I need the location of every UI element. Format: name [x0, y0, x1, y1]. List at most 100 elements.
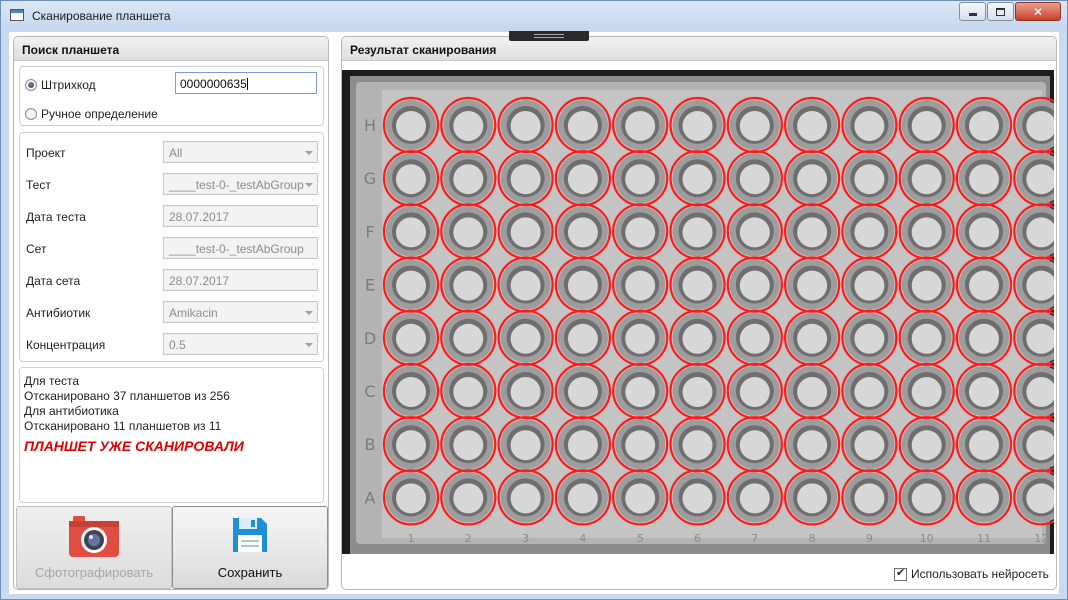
column-number: 3	[522, 532, 529, 545]
plate-well-bottom	[969, 377, 999, 407]
plate-well-bottom	[567, 270, 598, 301]
plate-well-bottom	[797, 377, 828, 407]
plate-well-bottom	[567, 483, 598, 514]
plate-well-bottom	[739, 323, 770, 354]
text-caret	[246, 78, 248, 90]
plate-well-bottom	[797, 217, 828, 248]
plate-photo: HGFEDCBA1 2 3 4 5 6 7 8 9 10 11 12	[350, 76, 1054, 554]
chevron-down-icon	[305, 183, 313, 187]
plate-well-bottom	[854, 164, 885, 195]
plate-well-bottom	[453, 430, 484, 461]
plate-well-bottom	[797, 111, 828, 141]
scan-result-header: Результат сканирования	[342, 37, 1056, 61]
field-combo: All	[163, 141, 318, 163]
plate-well-bottom	[739, 430, 770, 461]
plate-well-bottom	[911, 164, 942, 195]
manual-radio-dot[interactable]	[25, 108, 37, 120]
plate-well-bottom	[510, 164, 541, 195]
plate-well-bottom	[969, 483, 999, 514]
column-number: 8	[809, 532, 816, 545]
plate-well-bottom	[567, 377, 598, 407]
window-title: Сканирование планшета	[32, 9, 171, 23]
chevron-down-icon	[305, 311, 313, 315]
plate-well-bottom	[739, 377, 770, 407]
plate-well-bottom	[625, 217, 656, 248]
search-panel: Поиск планшета Штрихкод 0000000635 Ручно…	[13, 36, 329, 590]
plate-well-bottom	[682, 483, 713, 514]
barcode-radio-dot[interactable]	[25, 79, 37, 91]
plate-well-bottom	[682, 217, 713, 248]
manual-radio[interactable]: Ручное определение	[25, 107, 158, 121]
row-letter: B	[365, 435, 376, 454]
barcode-radio-label: Штрихкод	[41, 78, 96, 92]
field-combo: Amikacin	[163, 301, 318, 323]
search-panel-header: Поиск планшета	[14, 37, 328, 61]
plate-well-bottom	[625, 377, 656, 407]
already-scanned-alert: ПЛАНШЕТ УЖЕ СКАНИРОВАЛИ	[24, 438, 244, 454]
barcode-input-value: 0000000635	[180, 77, 247, 91]
column-number: 12	[1034, 532, 1048, 545]
plate-well-bottom	[682, 270, 713, 301]
plate-well-bottom	[396, 164, 426, 195]
field-value: Amikacin	[169, 306, 218, 320]
column-number: 2	[465, 532, 472, 545]
plate-well-bottom	[854, 111, 885, 141]
column-number: 4	[579, 532, 586, 545]
save-button[interactable]: Сохранить	[172, 506, 328, 589]
plate-well-bottom	[453, 164, 484, 195]
barcode-input[interactable]: 0000000635	[175, 72, 317, 94]
minimize-button[interactable]	[959, 2, 986, 21]
layout-grip[interactable]	[509, 31, 589, 41]
plate-well-bottom	[625, 323, 656, 354]
plate-well-bottom	[911, 483, 942, 514]
plate-well-bottom	[567, 430, 598, 461]
plate-well-bottom	[453, 483, 484, 514]
plate-well-bottom	[739, 483, 770, 514]
manual-radio-label: Ручное определение	[41, 107, 158, 121]
plate-well-bottom	[453, 323, 484, 354]
save-label: Сохранить	[217, 565, 283, 580]
scan-result-panel: Результат сканирования HGFEDCBA123456789…	[341, 36, 1057, 590]
plate-well-bottom	[453, 217, 484, 248]
plate-well-bottom	[739, 111, 770, 141]
plate-well-bottom	[510, 323, 541, 354]
maximize-button[interactable]	[987, 2, 1014, 21]
status-line-test-count: Отсканировано 37 планшетов из 256	[24, 389, 230, 403]
app-icon	[10, 9, 24, 21]
row-letter: F	[365, 222, 374, 241]
row-letter: D	[364, 329, 376, 348]
window-controls: ✕	[958, 2, 1061, 21]
plate-well-bottom	[396, 217, 426, 248]
plate-well-bottom	[682, 164, 713, 195]
plate-well-bottom	[739, 164, 770, 195]
status-line-antibiotic-count: Отсканировано 11 планшетов из 11	[24, 419, 222, 433]
plate-well-bottom	[682, 323, 713, 354]
use-neural-net-box[interactable]	[894, 566, 907, 581]
plate-well-bottom	[453, 111, 484, 141]
plate-well-bottom	[396, 377, 426, 407]
plate-well-bottom	[396, 430, 426, 461]
app-window: Сканирование планшета ✕ Поиск планшета Ш…	[0, 0, 1068, 600]
plate-well-bottom	[854, 483, 885, 514]
row-letter: A	[365, 488, 376, 507]
use-neural-net-checkbox[interactable]: Использовать нейросеть	[894, 566, 1049, 581]
plate-well-bottom	[625, 111, 656, 141]
plate-well-bottom	[911, 430, 942, 461]
plate-well-bottom	[682, 111, 713, 141]
barcode-radio[interactable]: Штрихкод	[25, 78, 96, 92]
field-combo: 0.5	[163, 333, 318, 355]
plate-well-bottom	[854, 217, 885, 248]
close-icon: ✕	[1032, 4, 1044, 19]
plate-well-bottom	[969, 111, 999, 141]
field-textbox: 28.07.2017	[163, 269, 318, 291]
plate-well-bottom	[510, 111, 541, 141]
plate-well-bottom	[854, 377, 885, 407]
take-photo-button[interactable]: Сфотографировать	[16, 506, 172, 589]
field-label: Дата теста	[26, 210, 86, 224]
title-bar[interactable]: Сканирование планшета ✕	[1, 1, 1067, 31]
field-value: ____test-0-_testAbGroup	[169, 178, 304, 192]
row-letter: C	[364, 382, 375, 401]
chevron-down-icon	[305, 343, 313, 347]
close-button[interactable]: ✕	[1015, 2, 1061, 21]
plate-well-bottom	[797, 270, 828, 301]
